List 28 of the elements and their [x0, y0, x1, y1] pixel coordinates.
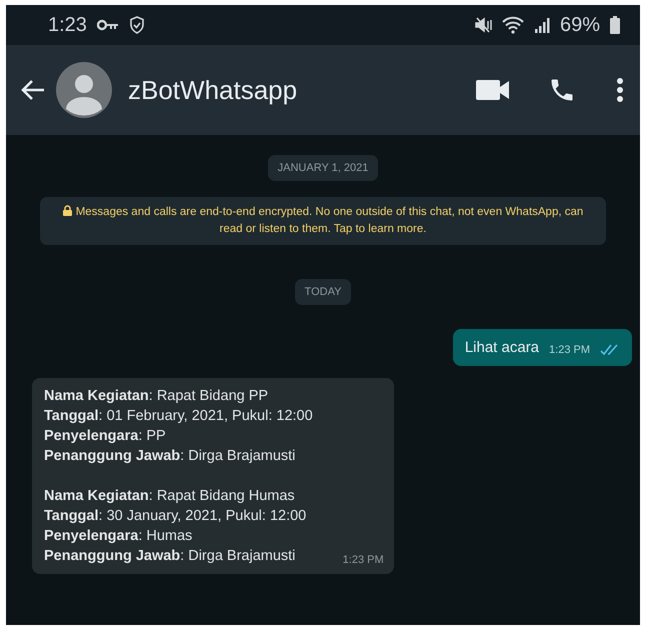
signal-icon [534, 17, 550, 33]
date-chip: TODAY [294, 279, 352, 305]
shield-icon [128, 16, 145, 34]
contact-name[interactable]: zBotWhatsapp [128, 74, 466, 106]
video-call-icon[interactable] [476, 79, 510, 101]
battery-icon [610, 16, 620, 34]
message-line: Penanggung Jawab: Dirga Brajamusti [44, 447, 296, 466]
date-chip: JANUARY 1, 2021 [268, 155, 378, 181]
message-line: Tanggal: 30 January, 2021, Pukul: 12:00 [44, 507, 308, 526]
avatar-icon[interactable] [56, 62, 112, 118]
wifi-icon [502, 16, 524, 34]
menu-icon[interactable] [616, 77, 624, 103]
message-line: Nama Kegiatan: Rapat Bidang PP [44, 387, 270, 406]
message-line: Nama Kegiatan: Rapat Bidang Humas [44, 487, 296, 506]
message-line: Penyelengara: Humas [44, 527, 194, 546]
key-icon [96, 19, 119, 31]
back-icon[interactable] [20, 79, 46, 101]
lock-icon [62, 205, 72, 216]
message-text: Lihat acara [464, 339, 540, 356]
mute-icon [474, 16, 492, 34]
message-line: Tanggal: 01 February, 2021, Pukul: 12:00 [44, 407, 313, 426]
message-time: 1:23 PM [549, 344, 590, 356]
status-time: 1:23 [48, 14, 87, 36]
encryption-notice[interactable]: Messages and calls are end-to-end encrypted. No one outside of this chat, not even WhatsApp, can read or listen to them. Tap to learn more. [40, 197, 606, 245]
battery-level: 69% [560, 14, 600, 36]
message-line: Penyelengara: PP [44, 427, 167, 446]
message-line: Penanggung Jawab: Dirga Brajamusti [44, 547, 296, 566]
message-time: 1:23 PM [342, 554, 384, 566]
